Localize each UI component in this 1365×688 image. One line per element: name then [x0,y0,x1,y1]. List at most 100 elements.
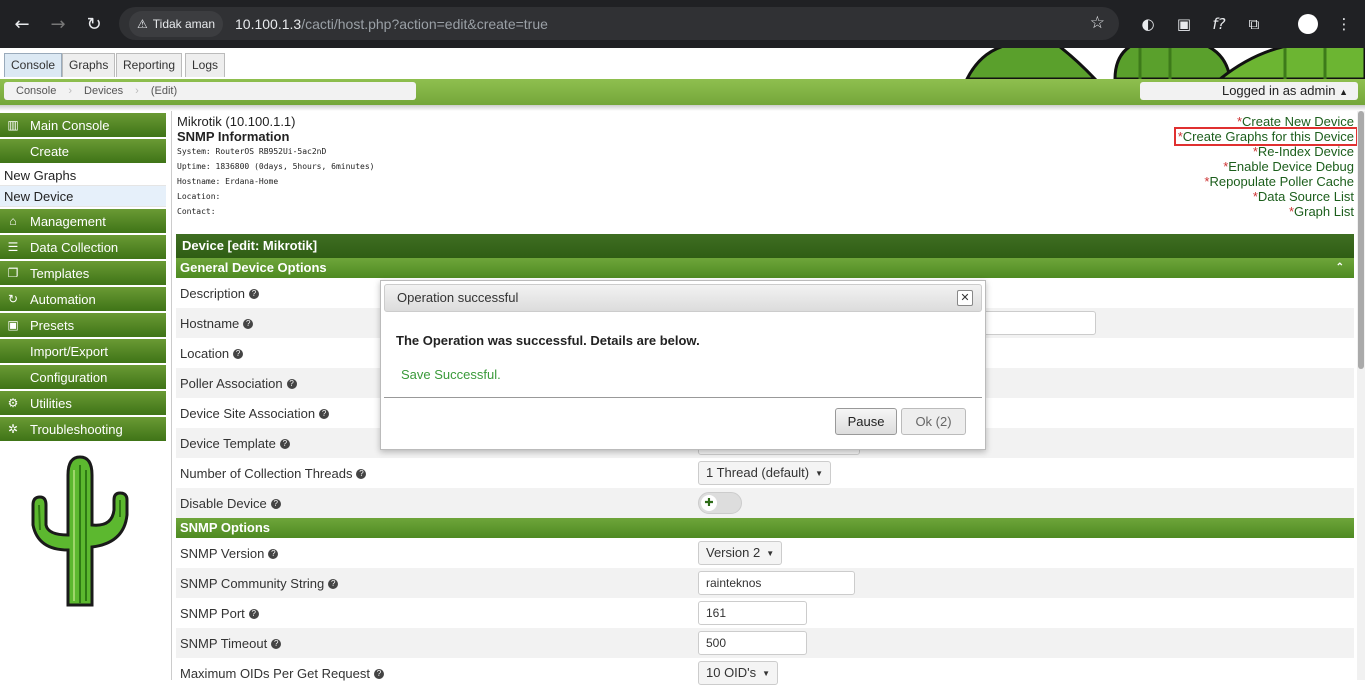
help-icon[interactable]: ? [270,499,281,510]
link-label: Create Graphs for this Device [1182,129,1354,144]
extension-badge-icon[interactable]: ▣ [1172,12,1196,36]
help-icon[interactable]: ? [356,469,367,480]
snmp-version-select[interactable]: Version 2 ▼ [698,541,783,565]
dialog-detail: Save Successful. [401,367,501,382]
help-icon[interactable]: ? [249,289,260,300]
menu-templates[interactable]: ❐ Templates [0,261,166,285]
cacti-banner-art [965,48,1365,79]
chevron-down-icon: ▼ [762,668,771,678]
disable-device-toggle[interactable]: ✚ [698,492,742,514]
device-info: Mikrotik (10.100.1.1) SNMP Information S… [177,114,374,219]
field-threads: Number of Collection Threads? 1 Thread (d… [176,458,1354,488]
snmp-port-input[interactable]: 161 [698,601,807,625]
field-label: Hostname [180,315,240,331]
chevron-down-icon: ▼ [766,548,775,558]
pause-button[interactable]: Pause [835,408,897,435]
help-icon[interactable]: ? [286,379,297,390]
field-label: SNMP Timeout [180,635,268,651]
help-icon[interactable]: ? [248,609,259,620]
menu-create[interactable]: Create [0,139,166,163]
menu-presets[interactable]: ▣ Presets [0,313,166,337]
field-snmp-version: SNMP Version? Version 2 ▼ [176,538,1354,568]
field-max-oids: Maximum OIDs Per Get Request? 10 OID's ▼ [176,658,1354,688]
link-label: Data Source List [1257,189,1354,204]
help-icon[interactable]: ? [271,639,282,650]
url-text[interactable]: 10.100.1.3/cacti/host.php?action=edit&cr… [235,16,548,32]
field-label: Device Template [180,435,276,451]
snmp-contact: Contact: [177,207,216,216]
copy-icon: ❐ [7,266,19,280]
refresh-icon: ↻ [7,292,19,306]
field-snmp-community: SNMP Community String? rainteknos [176,568,1354,598]
tab-graphs[interactable]: Graphs [62,53,116,77]
field-snmp-timeout: SNMP Timeout? 500 [176,628,1354,658]
forward-icon[interactable]: → [40,6,76,42]
tab-logs[interactable]: Logs [185,53,226,77]
menu-management[interactable]: ⌂ Management [0,209,166,233]
submenu-new-graphs[interactable]: New Graphs [0,165,166,186]
menu-utilities[interactable]: ⚙ Utilities [0,391,166,415]
link-data-source-list[interactable]: *Data Source List [1174,189,1354,204]
reload-icon[interactable]: ↻ [76,6,112,42]
menu-label: Presets [30,317,75,333]
section-general[interactable]: General Device Options ⌃ [176,258,1354,278]
extension-icon[interactable]: ◐ [1136,12,1160,36]
section-label: General Device Options [180,260,327,275]
max-oids-select[interactable]: 10 OID's ▼ [698,661,779,685]
address-bar[interactable]: ⚠ Tidak aman 10.100.1.3/cacti/host.php?a… [119,7,1119,40]
link-enable-debug[interactable]: *Enable Device Debug [1174,159,1354,174]
help-icon[interactable]: ? [328,579,339,590]
page-scrollbar[interactable] [1357,111,1365,680]
help-icon[interactable]: ? [319,409,330,420]
help-icon[interactable]: ? [279,439,290,450]
bookmark-star-icon[interactable]: ☆ [1090,13,1105,33]
help-icon[interactable]: ? [233,349,244,360]
menu-label: Main Console [30,117,110,133]
link-graph-list[interactable]: *Graph List [1174,204,1354,219]
menu-dots-icon[interactable]: ⋮ [1332,12,1356,36]
link-repopulate[interactable]: *Repopulate Poller Cache [1174,174,1354,189]
menu-import-export[interactable]: Import/Export [0,339,166,363]
snmp-timeout-input[interactable]: 500 [698,631,807,655]
field-label: SNMP Community String [180,575,325,591]
puzzle-icon[interactable]: ⧉ [1242,12,1266,36]
breadcrumb-devices[interactable]: Devices [72,85,135,97]
dialog-titlebar[interactable]: Operation successful ✕ [384,284,982,312]
security-chip[interactable]: ⚠ Tidak aman [129,10,224,37]
sidebar: ▥ Main Console Create New Graphs New Devi… [0,113,166,443]
menu-configuration[interactable]: Configuration [0,365,166,389]
ok-button[interactable]: Ok (2) [901,408,966,435]
section-snmp[interactable]: SNMP Options [176,518,1354,538]
help-icon[interactable]: ? [243,319,254,330]
device-host: Mikrotik (10.100.1.1) [177,114,296,129]
collapse-icon[interactable]: ⌃ [1336,258,1344,278]
select-value: 10 OID's [706,665,757,680]
link-label: Re-Index Device [1257,144,1354,159]
profile-avatar-icon[interactable] [1296,12,1320,36]
function-icon[interactable]: f? [1207,12,1231,36]
snmp-community-input[interactable]: rainteknos [698,571,855,595]
field-disable: Disable Device? ✚ [176,488,1354,518]
menu-label: Configuration [30,369,108,385]
close-icon[interactable]: ✕ [957,290,973,306]
submenu-new-device[interactable]: New Device [0,186,166,207]
back-icon[interactable]: ← [4,6,40,42]
link-create-graphs[interactable]: *Create Graphs for this Device [1173,127,1358,146]
scrollbar-thumb[interactable] [1358,111,1364,369]
menu-automation[interactable]: ↻ Automation [0,287,166,311]
tab-reporting[interactable]: Reporting [116,53,183,77]
threads-select[interactable]: 1 Thread (default) ▼ [698,461,832,485]
security-label: Tidak aman [152,16,216,31]
help-icon[interactable]: ? [374,669,384,680]
snmp-location: Location: [177,192,221,201]
form-header: Device [edit: Mikrotik] [176,234,1354,258]
help-icon[interactable]: ? [268,549,279,560]
link-reindex[interactable]: *Re-Index Device [1174,144,1354,159]
user-menu[interactable]: Logged in as admin ▲ [1140,82,1358,100]
menu-troubleshooting[interactable]: ✲ Troubleshooting [0,417,166,441]
menu-main-console[interactable]: ▥ Main Console [0,113,166,137]
menu-data-collection[interactable]: ☰ Data Collection [0,235,166,259]
breadcrumb-console[interactable]: Console [4,85,68,97]
url-host: 10.100.1.3 [235,15,302,32]
tab-console[interactable]: Console [4,53,63,77]
